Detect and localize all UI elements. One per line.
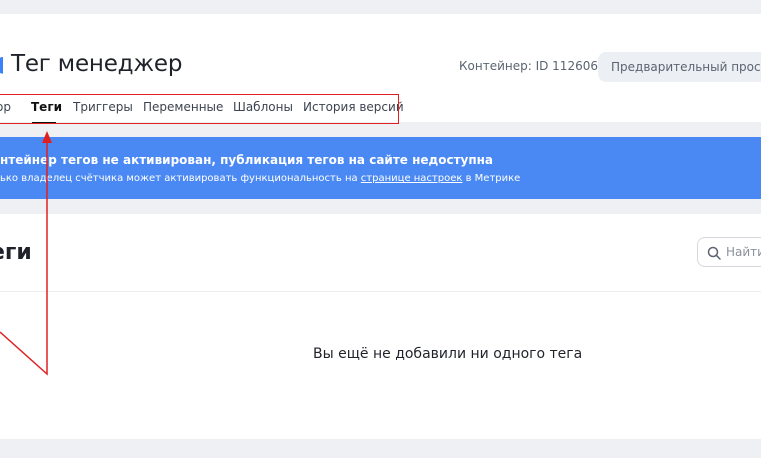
search-icon — [707, 246, 721, 260]
tab-version-history[interactable]: История версий — [303, 100, 404, 114]
banner-text: ько владелец счётчика может активировать… — [0, 173, 520, 184]
section-title: еги — [0, 240, 32, 265]
active-tab-indicator — [32, 122, 56, 124]
tab-triggers[interactable]: Триггеры — [73, 100, 133, 114]
tab-templates[interactable]: Шаблоны — [233, 100, 293, 114]
tab-tags[interactable]: Теги — [31, 100, 62, 114]
tab-overview[interactable]: ор — [0, 100, 11, 114]
inactive-container-banner: нтейнер тегов не активирован, публикация… — [0, 137, 761, 199]
banner-title: нтейнер тегов не активирован, публикация… — [0, 153, 494, 167]
search-input[interactable] — [726, 238, 761, 266]
empty-state-message: Вы ещё не добавили ни одного тега — [313, 346, 583, 362]
search-box[interactable] — [697, 237, 761, 267]
tab-variables[interactable]: Переменные — [143, 100, 223, 114]
banner-text-after: в Метрике — [462, 173, 521, 184]
app-title: Тег менеджер — [11, 51, 183, 77]
preview-button[interactable]: Предварительный просмотр — [598, 52, 761, 82]
settings-page-link[interactable]: странице настроек — [361, 173, 463, 184]
tags-card: еги Вы ещё не добавили ни одного тега — [0, 214, 761, 439]
divider — [0, 291, 761, 292]
container-id: Контейнер: ID 112606 — [459, 59, 598, 73]
app-logo-icon: ● — [0, 54, 3, 76]
banner-text-before: ько владелец счётчика может активировать… — [0, 173, 361, 184]
